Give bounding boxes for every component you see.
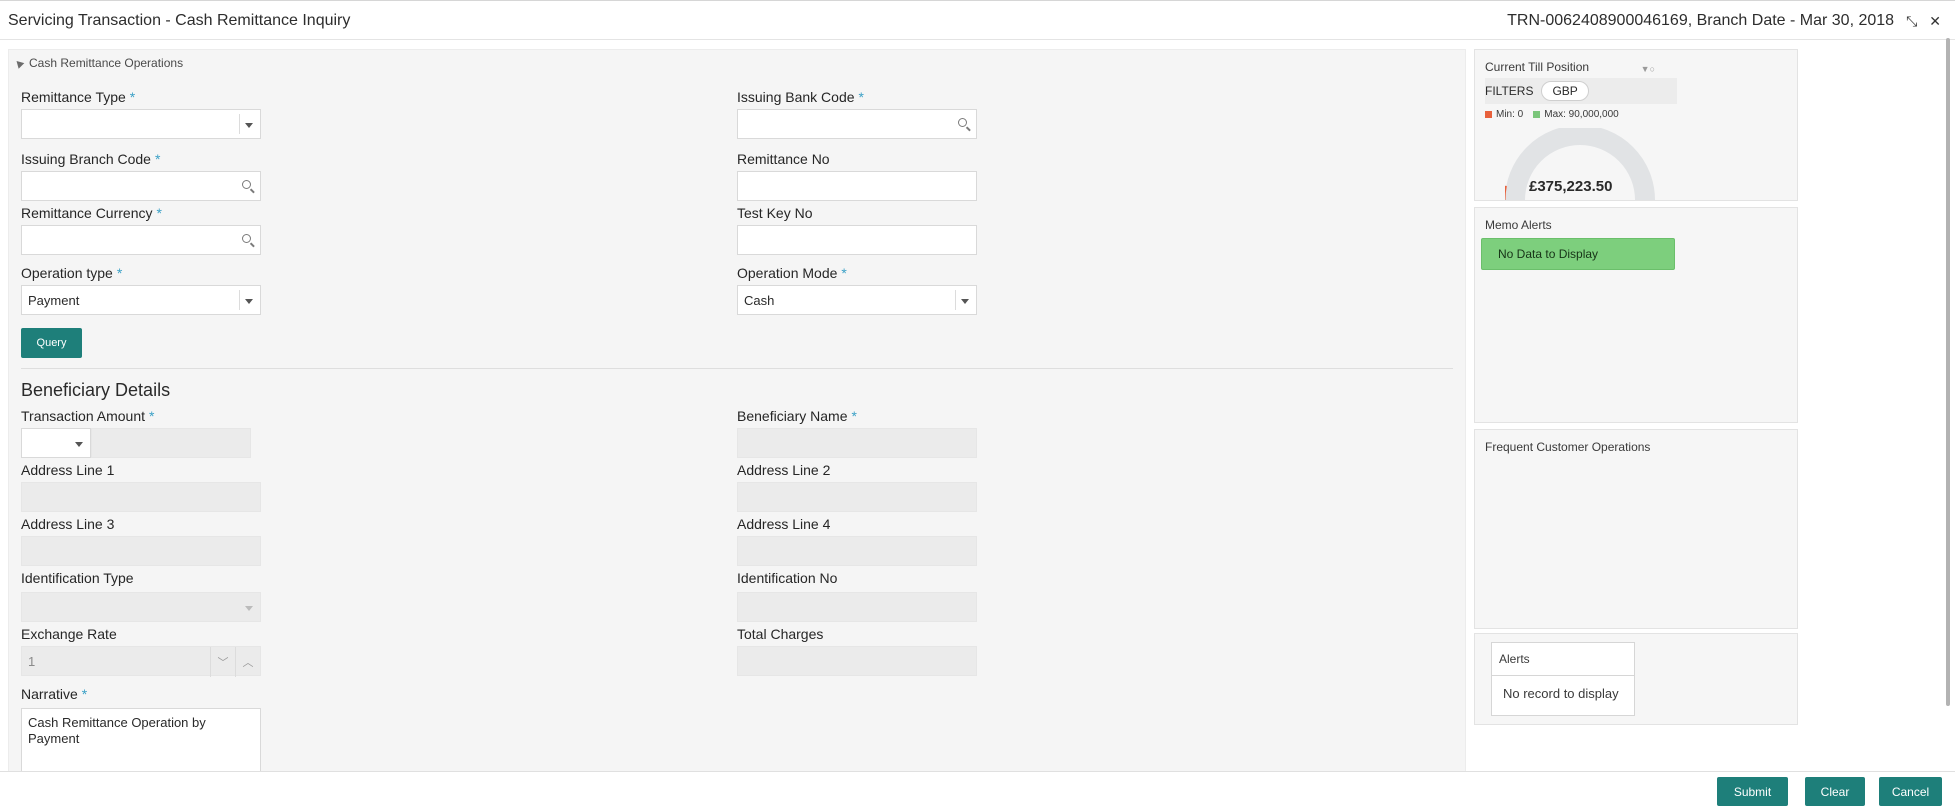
memo-empty-message: No Data to Display — [1481, 238, 1675, 270]
exchange-rate-input[interactable]: 1 ﹀ ︿ — [21, 646, 261, 677]
operation-type-select[interactable]: Payment — [21, 285, 261, 315]
transaction-currency-select[interactable] — [21, 428, 91, 458]
submit-button[interactable]: Submit — [1717, 777, 1788, 806]
transaction-amount-label: Transaction Amount * — [21, 408, 155, 424]
identification-type-select[interactable] — [21, 592, 261, 622]
remittance-currency-label: Remittance Currency * — [21, 205, 162, 221]
currency-chip[interactable]: GBP — [1541, 81, 1589, 101]
operation-type-label: Operation type * — [21, 265, 123, 281]
address-line-4-input[interactable] — [737, 536, 977, 566]
issuing-bank-code-label: Issuing Bank Code * — [737, 89, 864, 105]
issuing-branch-code-label: Issuing Branch Code * — [21, 151, 161, 167]
chevron-up-icon[interactable]: ︿ — [235, 647, 260, 677]
min-legend-label: Min: 0 — [1496, 109, 1524, 120]
footer-bar: Submit Clear Cancel — [0, 771, 1955, 808]
main-form-panel: Cash Remittance Operations Remittance Ty… — [8, 49, 1466, 776]
exchange-rate-label: Exchange Rate — [21, 626, 117, 642]
operation-mode-select[interactable]: Cash — [737, 285, 977, 315]
test-key-no-input[interactable] — [737, 225, 977, 255]
remittance-type-select[interactable] — [21, 109, 261, 139]
alerts-box: Alerts No record to display — [1491, 642, 1635, 716]
min-legend-swatch — [1485, 111, 1492, 118]
vertical-scrollbar[interactable] — [1946, 38, 1950, 706]
search-icon[interactable] — [958, 118, 967, 127]
clear-button[interactable]: Clear — [1805, 777, 1865, 806]
chevron-down-icon — [245, 606, 253, 611]
section-header[interactable]: Cash Remittance Operations — [13, 56, 184, 70]
search-icon[interactable] — [242, 180, 251, 189]
test-key-no-label: Test Key No — [737, 205, 813, 221]
address-line-4-label: Address Line 4 — [737, 516, 831, 532]
remittance-no-label: Remittance No — [737, 151, 830, 167]
address-line-3-label: Address Line 3 — [21, 516, 115, 532]
issuing-branch-code-input[interactable] — [21, 171, 261, 201]
filters-row: FILTERS GBP — [1485, 78, 1677, 104]
identification-no-input[interactable] — [737, 592, 977, 622]
filter-icon[interactable]: ▼○ — [1641, 64, 1655, 74]
memo-alerts-panel: Memo Alerts No Data to Display — [1474, 207, 1798, 423]
remittance-type-label: Remittance Type * — [21, 89, 136, 105]
header-right: TRN-0062408900046169, Branch Date - Mar … — [1507, 12, 1941, 30]
identification-type-label: Identification Type — [21, 570, 134, 586]
divider — [21, 368, 1453, 369]
exchange-rate-stepper: ﹀ ︿ — [210, 647, 260, 677]
required-asterisk: * — [129, 89, 136, 105]
total-charges-label: Total Charges — [737, 626, 824, 642]
chevron-down-icon — [245, 123, 253, 128]
transaction-reference: TRN-0062408900046169, Branch Date - Mar … — [1507, 12, 1895, 29]
beneficiary-name-label: Beneficiary Name * — [737, 408, 857, 424]
total-charges-input[interactable] — [737, 646, 977, 676]
memo-alerts-title: Memo Alerts — [1485, 218, 1552, 232]
narrative-label: Narrative * — [21, 686, 88, 702]
remittance-no-input[interactable] — [737, 171, 977, 201]
identification-no-label: Identification No — [737, 570, 838, 586]
alerts-empty-message: No record to display — [1503, 686, 1619, 701]
remittance-currency-input[interactable] — [21, 225, 261, 255]
alerts-panel: Alerts No record to display — [1474, 633, 1798, 725]
address-line-2-input[interactable] — [737, 482, 977, 512]
address-line-3-input[interactable] — [21, 536, 261, 566]
narrative-textarea[interactable]: Cash Remittance Operation by Payment — [21, 708, 261, 775]
query-button[interactable]: Query — [21, 328, 82, 358]
section-title: Cash Remittance Operations — [29, 56, 184, 70]
till-position-title: Current Till Position — [1485, 60, 1590, 74]
collapse-arrows-icon[interactable]: ⤡ — [1906, 13, 1917, 29]
close-icon[interactable]: ✕ — [1929, 13, 1941, 29]
beneficiary-details-title: Beneficiary Details — [21, 380, 171, 400]
cancel-button[interactable]: Cancel — [1879, 777, 1942, 806]
till-balance-value: £375,223.50 — [1529, 178, 1613, 195]
beneficiary-name-input[interactable] — [737, 428, 977, 458]
address-line-2-label: Address Line 2 — [737, 462, 831, 478]
collapse-triangle-icon[interactable] — [13, 57, 25, 69]
max-legend-label: Max: 90,000,000 — [1544, 109, 1619, 120]
address-line-1-label: Address Line 1 — [21, 462, 115, 478]
chevron-down-icon[interactable]: ﹀ — [210, 647, 235, 677]
chevron-down-icon — [961, 299, 969, 304]
chevron-down-icon — [245, 299, 253, 304]
filters-label: FILTERS — [1485, 84, 1534, 98]
alerts-title: Alerts — [1492, 643, 1634, 676]
frequent-operations-panel: Frequent Customer Operations — [1474, 429, 1798, 629]
operation-mode-label: Operation Mode * — [737, 265, 847, 281]
max-legend-swatch — [1533, 111, 1541, 118]
till-position-panel: Current Till Position ▼○ FILTERS GBP Min… — [1474, 49, 1798, 201]
issuing-bank-code-input[interactable] — [737, 109, 977, 139]
search-icon[interactable] — [242, 234, 251, 243]
address-line-1-input[interactable] — [21, 482, 261, 512]
header-bar: Servicing Transaction - Cash Remittance … — [0, 0, 1955, 40]
transaction-amount-input[interactable] — [91, 428, 251, 458]
frequent-operations-title: Frequent Customer Operations — [1485, 440, 1651, 454]
till-legend: Min: 0 Max: 90,000,000 — [1485, 109, 1619, 120]
page-title: Servicing Transaction - Cash Remittance … — [8, 12, 351, 29]
chevron-down-icon — [75, 442, 83, 447]
